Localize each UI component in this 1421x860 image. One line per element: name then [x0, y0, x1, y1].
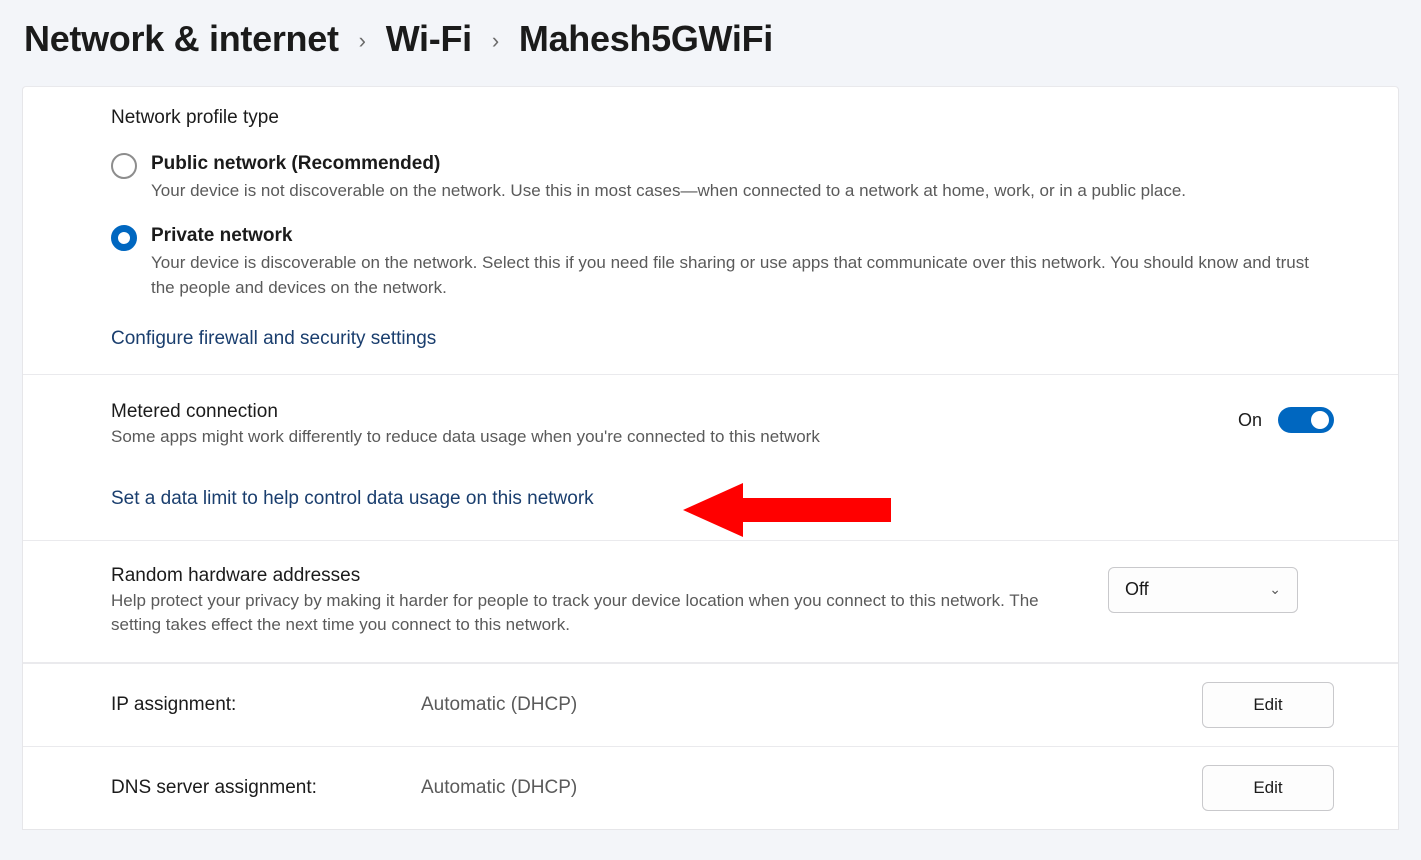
dns-assignment-value: Automatic (DHCP) [421, 777, 1202, 799]
ip-assignment-value: Automatic (DHCP) [421, 694, 1202, 716]
row-ip-assignment: IP assignment: Automatic (DHCP) Edit [23, 663, 1398, 746]
radio-private-network[interactable]: Private network Your device is discovera… [111, 223, 1370, 300]
metered-toggle-state: On [1238, 410, 1262, 431]
radio-public-title: Public network (Recommended) [151, 151, 1370, 177]
random-hw-desc: Help protect your privacy by making it h… [111, 589, 1088, 638]
dns-edit-button[interactable]: Edit [1202, 765, 1334, 811]
data-limit-link[interactable]: Set a data limit to help control data us… [111, 488, 594, 510]
network-profile-heading: Network profile type [111, 107, 1370, 129]
radio-icon [111, 225, 137, 251]
firewall-settings-link[interactable]: Configure firewall and security settings [111, 328, 436, 350]
radio-private-title: Private network [151, 223, 1370, 249]
toggle-knob [1311, 411, 1329, 429]
radio-private-desc: Your device is discoverable on the netwo… [151, 251, 1331, 300]
section-network-profile: Network profile type Public network (Rec… [23, 87, 1398, 375]
chevron-right-icon: › [492, 30, 499, 52]
ip-edit-button[interactable]: Edit [1202, 682, 1334, 728]
metered-desc: Some apps might work differently to redu… [111, 425, 1218, 450]
radio-public-network[interactable]: Public network (Recommended) Your device… [111, 151, 1370, 203]
dns-assignment-label: DNS server assignment: [111, 777, 421, 799]
breadcrumb-current: Mahesh5GWiFi [519, 18, 773, 60]
random-hw-heading: Random hardware addresses [111, 565, 1088, 587]
random-hw-value: Off [1125, 579, 1149, 600]
row-dns-assignment: DNS server assignment: Automatic (DHCP) … [23, 746, 1398, 829]
section-random-hardware: Random hardware addresses Help protect y… [23, 541, 1398, 663]
metered-heading: Metered connection [111, 401, 1218, 423]
radio-public-desc: Your device is not discoverable on the n… [151, 179, 1331, 204]
chevron-right-icon: › [359, 30, 366, 52]
metered-toggle[interactable] [1278, 407, 1334, 433]
chevron-down-icon: ⌄ [1269, 581, 1281, 598]
radio-icon [111, 153, 137, 179]
breadcrumb: Network & internet › Wi-Fi › Mahesh5GWiF… [22, 18, 1399, 60]
breadcrumb-root[interactable]: Network & internet [24, 18, 339, 60]
breadcrumb-wifi[interactable]: Wi-Fi [386, 18, 472, 60]
ip-assignment-label: IP assignment: [111, 694, 421, 716]
random-hw-dropdown[interactable]: Off ⌄ [1108, 567, 1298, 613]
settings-panel: Network profile type Public network (Rec… [22, 86, 1399, 830]
section-metered-connection: Metered connection Some apps might work … [23, 375, 1398, 541]
